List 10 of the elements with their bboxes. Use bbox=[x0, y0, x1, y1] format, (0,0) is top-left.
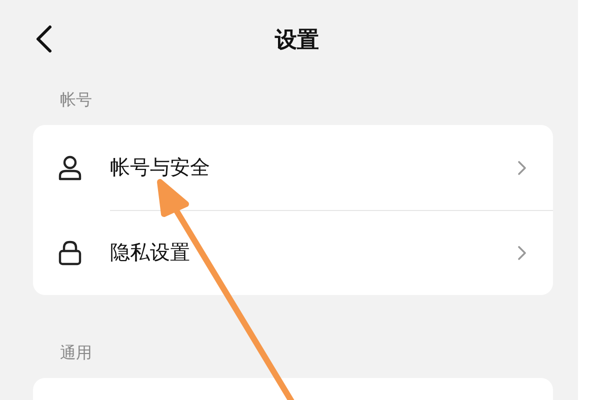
page-title: 设置 bbox=[275, 27, 319, 55]
lock-icon bbox=[58, 240, 82, 266]
settings-row[interactable]: 隐私设置 bbox=[33, 210, 553, 295]
chevron-right-icon bbox=[517, 160, 527, 176]
person-icon bbox=[58, 154, 82, 180]
back-icon[interactable] bbox=[35, 24, 53, 54]
settings-row[interactable]: 帐号与安全 bbox=[33, 125, 553, 210]
chevron-right-icon bbox=[517, 244, 527, 260]
section-header: 通用 bbox=[59, 342, 93, 364]
section-header: 帐号 bbox=[59, 89, 93, 111]
